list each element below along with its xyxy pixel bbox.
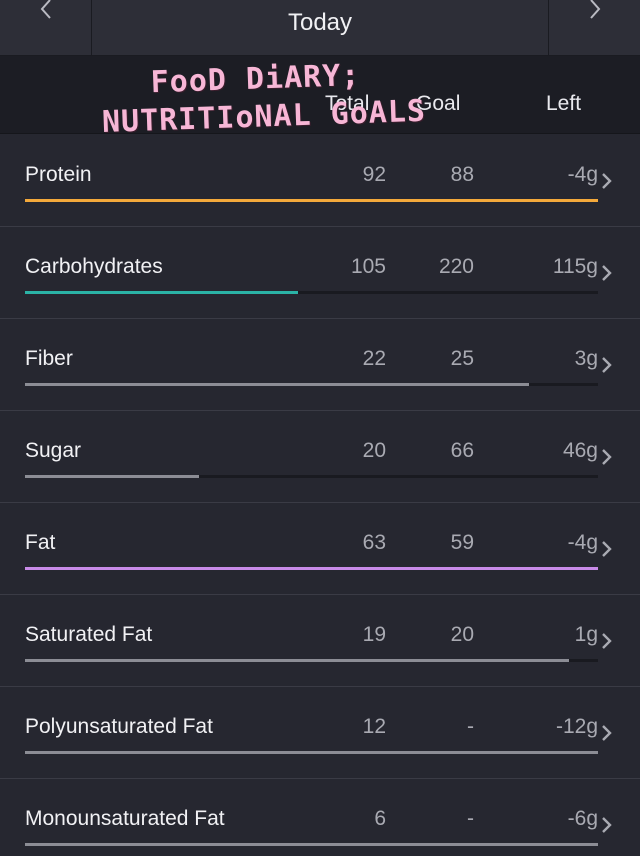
progress-fill	[25, 659, 570, 662]
chevron-left-icon	[40, 0, 51, 19]
nutrient-list: Protein 92 88 -4g Carbohydrates 105 220 115g Fib…	[0, 135, 640, 856]
nutrient-row[interactable]: Protein 92 88 -4g	[0, 135, 640, 227]
nutrient-name: Protein	[25, 163, 92, 186]
progress-fill	[25, 199, 598, 202]
next-day-button[interactable]	[548, 0, 640, 56]
nutrient-total: 22	[362, 347, 386, 370]
progress-bar	[25, 659, 598, 662]
progress-bar	[25, 291, 598, 294]
nutrient-row[interactable]: Fiber 22 25 3g	[0, 319, 640, 411]
nutrient-row[interactable]: Polyunsaturated Fat 12 - -12g	[0, 687, 640, 779]
nutrient-row[interactable]: Fat 63 59 -4g	[0, 503, 640, 595]
chevron-right-icon	[602, 449, 612, 465]
chevron-right-icon	[602, 725, 612, 741]
nutrient-goal: 66	[450, 439, 474, 462]
nutrient-goal: 59	[450, 531, 474, 554]
nutrient-name: Saturated Fat	[25, 623, 153, 646]
progress-fill	[25, 843, 598, 846]
progress-bar	[25, 843, 598, 846]
nutrient-goal: 88	[450, 163, 474, 186]
nutrient-total: 12	[362, 715, 386, 738]
nutrient-total: 20	[362, 439, 386, 462]
nutrient-goal: -	[467, 715, 474, 738]
date-navigation-bar: Today	[0, 0, 640, 56]
column-header-left: Left	[546, 92, 582, 115]
column-header-goal: Goal	[416, 92, 461, 115]
chevron-right-icon	[602, 633, 612, 649]
nutrient-name: Fiber	[25, 347, 73, 370]
nutrient-left: 3g	[574, 347, 598, 370]
column-header-total: Total	[325, 92, 370, 115]
chevron-right-icon	[602, 173, 612, 189]
nutrient-left: -12g	[555, 715, 598, 738]
nutrient-total: 92	[362, 163, 386, 186]
nutrient-total: 6	[374, 807, 386, 830]
chevron-right-icon	[602, 541, 612, 557]
nutrient-total: 63	[362, 531, 386, 554]
chevron-right-icon	[602, 817, 612, 833]
nutrient-total: 105	[350, 255, 386, 278]
progress-fill	[25, 751, 598, 754]
nutrient-left: 115g	[552, 255, 598, 278]
nutrient-goal: 25	[450, 347, 474, 370]
nutrient-left: -4g	[567, 163, 598, 186]
progress-bar	[25, 475, 598, 478]
column-header: Total Goal Left	[0, 56, 640, 134]
chevron-right-icon	[602, 357, 612, 373]
progress-bar	[25, 383, 598, 386]
progress-fill	[25, 567, 598, 570]
progress-bar	[25, 567, 598, 570]
nutrient-goal: -	[467, 807, 474, 830]
nutrient-name: Monounsaturated Fat	[25, 807, 225, 830]
nutrient-name: Carbohydrates	[25, 255, 163, 278]
nutrient-goal: 220	[438, 255, 474, 278]
nutrient-left: 1g	[574, 623, 598, 646]
progress-bar	[25, 751, 598, 754]
progress-fill	[25, 475, 199, 478]
nutrient-left: -4g	[567, 531, 598, 554]
nutrient-name: Fat	[25, 531, 56, 554]
nutrient-goal: 20	[450, 623, 474, 646]
nutrient-left: 46g	[562, 439, 598, 462]
nutrient-total: 19	[362, 623, 386, 646]
nutrient-row[interactable]: Carbohydrates 105 220 115g	[0, 227, 640, 319]
nutrient-row[interactable]: Sugar 20 66 46g	[0, 411, 640, 503]
chevron-right-icon	[589, 0, 600, 19]
progress-fill	[25, 291, 299, 294]
progress-fill	[25, 383, 530, 386]
nutrient-name: Sugar	[25, 439, 82, 462]
chevron-right-icon	[602, 265, 612, 281]
nutrient-row[interactable]: Monounsaturated Fat 6 - -6g	[0, 779, 640, 856]
date-title: Today	[287, 9, 353, 36]
nutrient-left: -6g	[567, 807, 598, 830]
nutrient-row[interactable]: Saturated Fat 19 20 1g	[0, 595, 640, 687]
nutrient-name: Polyunsaturated Fat	[25, 715, 213, 738]
progress-bar	[25, 199, 598, 202]
previous-day-button[interactable]	[0, 0, 92, 56]
